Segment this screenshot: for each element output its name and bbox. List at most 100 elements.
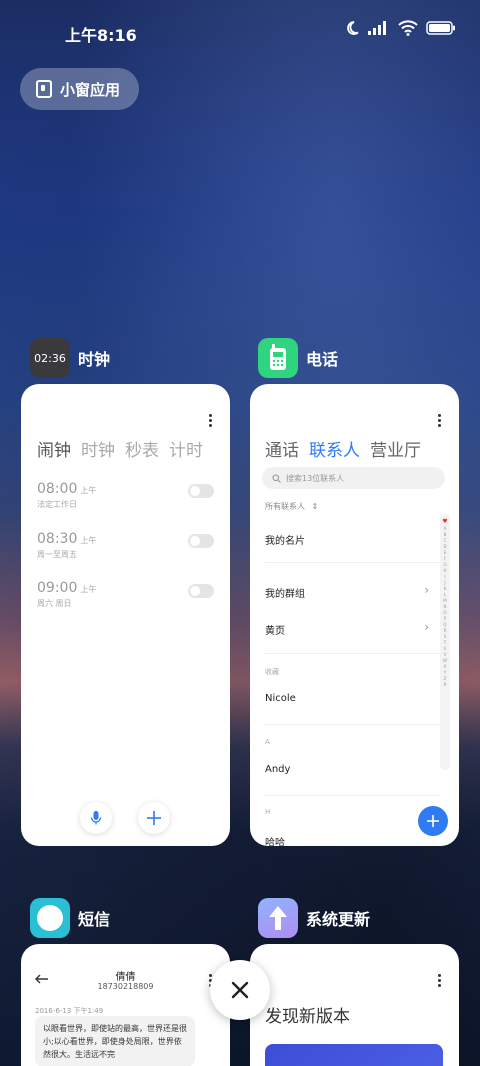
contacts-search-input[interactable]: 搜索13位联系人 — [262, 467, 445, 489]
alpha-index-letter[interactable]: R — [444, 628, 447, 633]
alpha-index-letter[interactable]: X — [444, 664, 447, 669]
add-alarm-button[interactable] — [138, 802, 170, 834]
section-label-a: A — [265, 738, 270, 746]
phone-app-title: 电话 — [306, 350, 339, 369]
wifi-icon — [398, 20, 418, 36]
alpha-index-letter[interactable]: F — [444, 556, 446, 561]
sms-app-icon — [30, 898, 70, 938]
my-card-item[interactable]: 我的名片 — [265, 532, 305, 547]
update-title: 发现新版本 — [265, 1007, 350, 1027]
alpha-index-letter[interactable]: Z — [444, 676, 447, 681]
sms-contact-number: 18730218809 — [97, 982, 154, 991]
sms-app-title: 短信 — [78, 910, 111, 929]
tab-clock[interactable]: 时钟 — [81, 436, 115, 461]
update-app-title: 系统更新 — [306, 910, 371, 929]
alarm-ampm: 上午 — [80, 486, 97, 495]
update-banner — [265, 1044, 443, 1066]
alpha-index-letter[interactable]: S — [444, 634, 447, 639]
contact-item[interactable]: Nicole — [265, 693, 296, 704]
do-not-disturb-moon-icon — [347, 21, 359, 35]
my-groups-item[interactable]: 我的群组 — [265, 585, 305, 600]
small-window-icon — [36, 80, 52, 98]
status-time: 上午8:16 — [65, 26, 137, 45]
alarm-item[interactable]: 08:00 上午 法定工作日 — [37, 478, 96, 510]
alpha-index-heart[interactable]: ♥ — [442, 518, 447, 525]
alpha-index-letter[interactable]: C — [444, 538, 447, 543]
status-bar: 上午8:16 — [0, 0, 480, 60]
alpha-index-letter[interactable]: Y — [444, 670, 446, 675]
tab-stopwatch[interactable]: 秒表 — [125, 436, 159, 461]
update-app-card[interactable]: 发现新版本 — [250, 944, 459, 1066]
divider — [265, 724, 440, 725]
voice-alarm-button[interactable] — [80, 802, 112, 834]
message-bubble-icon — [37, 905, 63, 931]
chevron-right-icon: › — [424, 620, 429, 634]
clock-more-icon[interactable] — [209, 414, 213, 427]
add-contact-button[interactable] — [418, 806, 448, 836]
search-placeholder: 搜索13位联系人 — [286, 473, 345, 483]
plus-icon — [147, 811, 161, 825]
alpha-index-letter[interactable]: Q — [443, 622, 446, 627]
tab-calls[interactable]: 通话 — [265, 436, 299, 461]
yellow-pages-item[interactable]: 黄页 — [265, 622, 285, 637]
alpha-index-letter[interactable]: H — [443, 568, 446, 573]
alpha-index-letter[interactable]: N — [444, 604, 447, 609]
alarm-repeat: 周六 周日 — [37, 599, 72, 608]
update-app-icon — [258, 898, 298, 938]
close-icon — [231, 981, 249, 999]
tab-contacts[interactable]: 联系人 — [309, 436, 360, 461]
update-more-icon[interactable] — [438, 974, 442, 987]
alarm-time: 09:00 — [37, 580, 78, 596]
tab-timer[interactable]: 计时 — [169, 436, 203, 461]
clock-app-icon: 02:36 — [30, 338, 70, 378]
update-app-header: 系统更新 — [258, 898, 370, 938]
alarm-toggle[interactable] — [188, 534, 214, 548]
alpha-index-letter[interactable]: G — [443, 562, 446, 567]
clock-app-title: 时钟 — [78, 350, 111, 369]
clock-app-card[interactable]: 闹钟 时钟 秒表 计时 08:00 上午 法定工作日 08:30 上午 周一至周五 … — [21, 384, 230, 846]
sms-app-header: 短信 — [30, 898, 110, 938]
alpha-index-letter[interactable]: U — [444, 646, 447, 651]
clear-all-button[interactable] — [210, 960, 270, 1020]
alpha-index-letter[interactable]: T — [444, 640, 446, 645]
plus-icon — [427, 815, 439, 827]
tab-alarm[interactable]: 闹钟 — [37, 436, 71, 461]
alpha-index-letter[interactable]: M — [443, 598, 446, 603]
alarm-toggle[interactable] — [188, 484, 214, 498]
contact-item[interactable]: Andy — [265, 764, 290, 775]
small-window-apps-button[interactable]: 小窗应用 — [20, 68, 139, 110]
signal-icon — [368, 21, 386, 35]
sms-app-card[interactable]: 倩倩 18730218809 2016-6-13 下午1:49 以眼看世界，即使… — [21, 944, 230, 1066]
contact-item[interactable]: 哈哈 — [265, 834, 285, 846]
phone-tabs: 通话 联系人 营业厅 — [265, 436, 421, 461]
alpha-index-letter[interactable]: O — [443, 610, 446, 615]
sms-date: 2016-6-13 下午1:49 — [35, 1007, 104, 1015]
alpha-index-letter[interactable]: K — [444, 586, 447, 591]
phone-app-card[interactable]: 通话 联系人 营业厅 搜索13位联系人 所有联系人 ⇕ 我的名片 我的群组 › … — [250, 384, 459, 846]
alarm-toggle[interactable] — [188, 584, 214, 598]
phone-icon — [270, 344, 286, 370]
alpha-index-letter[interactable]: I — [444, 574, 445, 579]
alpha-index-letter[interactable]: L — [444, 592, 446, 597]
contacts-filter-dropdown[interactable]: 所有联系人 ⇕ — [265, 501, 318, 512]
alarm-repeat: 法定工作日 — [37, 500, 77, 509]
alpha-index-letter[interactable]: W — [443, 658, 447, 663]
favorites-section-label: 收藏 — [265, 668, 279, 676]
alpha-index-letter[interactable]: B — [444, 532, 447, 537]
tab-service-hall[interactable]: 营业厅 — [370, 436, 421, 461]
alpha-index-letter[interactable]: J — [444, 580, 445, 585]
alpha-index-letter[interactable]: E — [444, 550, 447, 555]
alpha-index-letter[interactable]: A — [444, 526, 447, 531]
alpha-index-letter[interactable]: D — [443, 544, 446, 549]
alphabet-index-scroller[interactable]: ♥ A B C D E F G H I J K L M N O P Q R S T U V W X Y Z # — [440, 514, 450, 770]
microphone-icon — [90, 811, 102, 825]
status-icons — [344, 20, 456, 36]
alarm-ampm: 上午 — [80, 536, 97, 545]
alarm-item[interactable]: 09:00 上午 周六 周日 — [37, 577, 96, 609]
alarm-item[interactable]: 08:30 上午 周一至周五 — [37, 528, 96, 560]
alpha-index-letter[interactable]: P — [444, 616, 446, 621]
alpha-index-letter[interactable]: V — [444, 652, 447, 657]
alpha-index-letter[interactable]: # — [443, 682, 446, 687]
alarm-repeat: 周一至周五 — [37, 550, 77, 559]
phone-more-icon[interactable] — [438, 414, 442, 427]
